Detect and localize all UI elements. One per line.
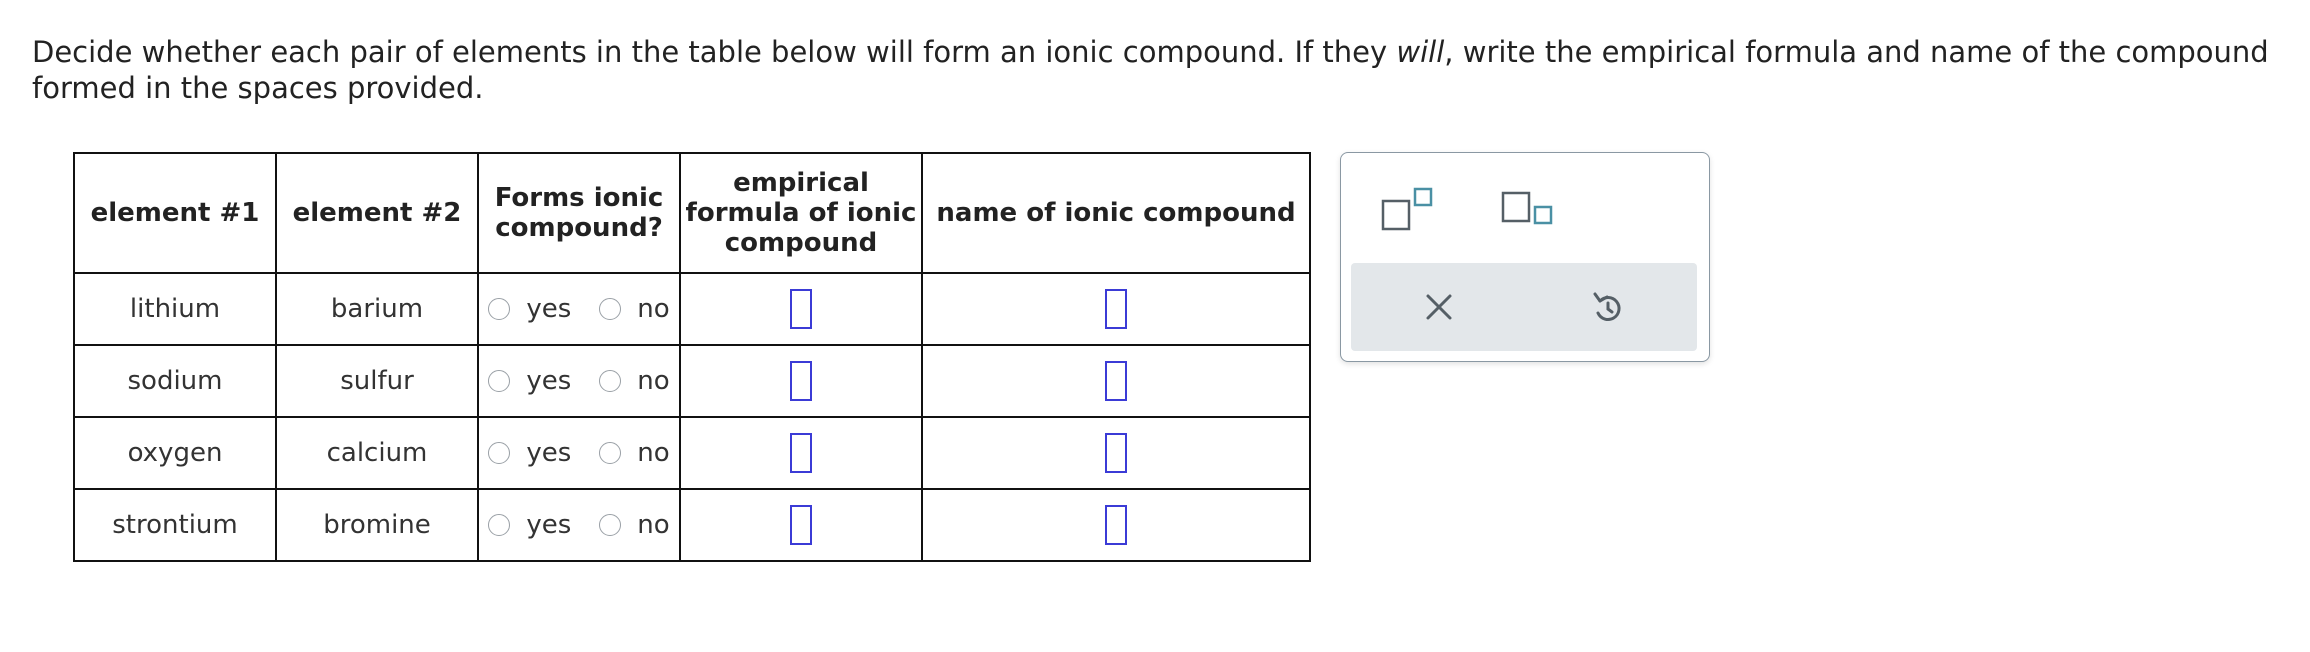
empirical-formula-cell: [679, 344, 923, 418]
formula-answer-input[interactable]: [790, 433, 812, 473]
empirical-formula-cell: [679, 272, 923, 346]
element-1-cell: sodium: [73, 344, 277, 418]
yes-radio-label: yes: [526, 438, 572, 468]
yes-radio-button[interactable]: [488, 298, 511, 320]
forms-ionic-cell: yes no: [477, 416, 681, 490]
compound-name-cell: [921, 416, 1311, 490]
prompt-text-1: Decide whether each pair of elements in …: [32, 35, 1397, 69]
question-prompt: Decide whether each pair of elements in …: [32, 34, 2272, 106]
forms-ionic-cell: yes no: [477, 272, 681, 346]
empirical-formula-cell: [679, 488, 923, 562]
name-answer-input[interactable]: [1105, 289, 1127, 329]
superscript-icon[interactable]: [1381, 185, 1441, 235]
formula-answer-input[interactable]: [790, 289, 812, 329]
yes-radio-button[interactable]: [488, 514, 511, 536]
undo-icon[interactable]: [1591, 289, 1625, 325]
element-1-cell: strontium: [73, 488, 277, 562]
compound-name-cell: [921, 488, 1311, 562]
prompt-emphasis: will: [1396, 35, 1445, 69]
no-radio-button[interactable]: [599, 514, 622, 536]
forms-ionic-radio-group: yes no: [479, 366, 679, 396]
name-answer-input[interactable]: [1105, 505, 1127, 545]
header-forms-ionic: Forms ionic compound?: [477, 152, 681, 274]
header-element-2: element #2: [275, 152, 479, 274]
forms-ionic-cell: yes no: [477, 344, 681, 418]
clear-icon[interactable]: [1423, 291, 1455, 323]
yes-radio-button[interactable]: [488, 370, 511, 392]
no-radio-option[interactable]: no: [599, 510, 670, 540]
header-formula-line-2: formula of ionic: [685, 198, 917, 228]
yes-radio-option[interactable]: yes: [488, 438, 571, 468]
compound-name-cell: [921, 272, 1311, 346]
element-1-cell: lithium: [73, 272, 277, 346]
compound-name-cell: [921, 344, 1311, 418]
table-row: sodium sulfur yes no: [73, 344, 1311, 418]
header-formula-line-3: compound: [724, 228, 878, 258]
element-2-cell: bromine: [275, 488, 479, 562]
forms-ionic-radio-group: yes no: [479, 438, 679, 468]
table-row: strontium bromine yes no: [73, 488, 1311, 562]
header-compound-name: name of ionic compound: [921, 152, 1311, 274]
forms-ionic-cell: yes no: [477, 488, 681, 562]
no-radio-label: no: [637, 366, 670, 396]
yes-radio-label: yes: [526, 510, 572, 540]
formula-answer-input[interactable]: [790, 505, 812, 545]
ionic-compound-table: element #1 element #2 Forms ionic compou…: [73, 152, 1311, 562]
yes-radio-button[interactable]: [488, 442, 511, 464]
no-radio-button[interactable]: [599, 370, 622, 392]
no-radio-option[interactable]: no: [599, 294, 670, 324]
no-radio-button[interactable]: [599, 442, 622, 464]
no-radio-label: no: [637, 438, 670, 468]
header-element-1: element #1: [73, 152, 277, 274]
element-2-cell: barium: [275, 272, 479, 346]
element-2-cell: sulfur: [275, 344, 479, 418]
header-empirical-formula: empirical formula of ionic compound: [679, 152, 923, 274]
empirical-formula-cell: [679, 416, 923, 490]
no-radio-option[interactable]: no: [599, 366, 670, 396]
table-row: oxygen calcium yes no: [73, 416, 1311, 490]
header-forms-line-1: Forms ionic: [494, 183, 664, 213]
table-header-row: element #1 element #2 Forms ionic compou…: [73, 152, 1311, 274]
element-2-cell: calcium: [275, 416, 479, 490]
table-row: lithium barium yes no: [73, 272, 1311, 346]
header-formula-line-1: empirical: [733, 168, 869, 198]
forms-ionic-radio-group: yes no: [479, 294, 679, 324]
no-radio-label: no: [637, 294, 670, 324]
name-answer-input[interactable]: [1105, 433, 1127, 473]
header-forms-line-2: compound?: [495, 213, 663, 243]
forms-ionic-radio-group: yes no: [479, 510, 679, 540]
yes-radio-option[interactable]: yes: [488, 366, 571, 396]
palette-action-bar: [1351, 263, 1697, 351]
subscript-icon[interactable]: [1501, 185, 1561, 235]
element-1-cell: oxygen: [73, 416, 277, 490]
yes-radio-label: yes: [526, 294, 572, 324]
formula-answer-input[interactable]: [790, 361, 812, 401]
yes-radio-label: yes: [526, 366, 572, 396]
formula-tool-palette: [1340, 152, 1710, 362]
no-radio-button[interactable]: [599, 298, 622, 320]
no-radio-label: no: [637, 510, 670, 540]
yes-radio-option[interactable]: yes: [488, 294, 571, 324]
no-radio-option[interactable]: no: [599, 438, 670, 468]
name-answer-input[interactable]: [1105, 361, 1127, 401]
yes-radio-option[interactable]: yes: [488, 510, 571, 540]
